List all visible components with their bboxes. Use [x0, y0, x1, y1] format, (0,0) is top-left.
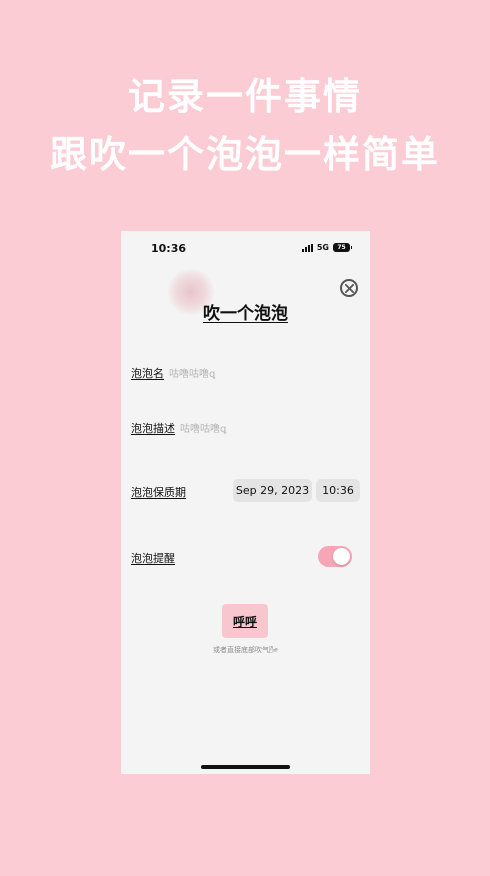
- bubble-name-label: 泡泡名: [131, 367, 164, 380]
- bubble-name-input[interactable]: 咕噜咕噜ꝗ: [169, 365, 215, 380]
- network-type: 5G: [316, 243, 329, 252]
- promo-headline-line1: 记录一件事情: [128, 75, 362, 118]
- expiry-label: 泡泡保质期: [131, 486, 186, 499]
- close-button[interactable]: [340, 279, 358, 297]
- battery-icon: 75: [333, 243, 352, 252]
- reminder-toggle[interactable]: [318, 546, 352, 567]
- toggle-knob: [333, 548, 350, 565]
- signal-icon: [301, 243, 313, 252]
- promo-headline-line2: 跟吹一个泡泡一样简单: [50, 133, 440, 176]
- status-indicators: 5G 75: [301, 243, 352, 252]
- home-indicator[interactable]: [201, 765, 290, 769]
- blow-hint: 或者直接底部吹气🌬: [213, 646, 278, 654]
- expiry-time-picker[interactable]: 10:36: [316, 479, 360, 502]
- reminder-label: 泡泡提醒: [131, 552, 175, 565]
- bubble-desc-label: 泡泡描述: [131, 422, 175, 435]
- status-time: 10:36: [151, 242, 187, 255]
- expiry-date-picker[interactable]: Sep 29, 2023: [233, 479, 312, 502]
- bubble-desc-input[interactable]: 咕噜咕噜ꝗ: [180, 420, 226, 435]
- blow-button[interactable]: 呼呼: [222, 604, 268, 638]
- form-title: 吹一个泡泡: [203, 304, 288, 324]
- close-icon: [344, 283, 354, 293]
- phone-screen: 10:36 5G 75 吹一个泡泡 泡泡名 咕噜咕噜ꝗ 泡泡描述 咕噜咕噜ꝗ 泡…: [121, 231, 370, 774]
